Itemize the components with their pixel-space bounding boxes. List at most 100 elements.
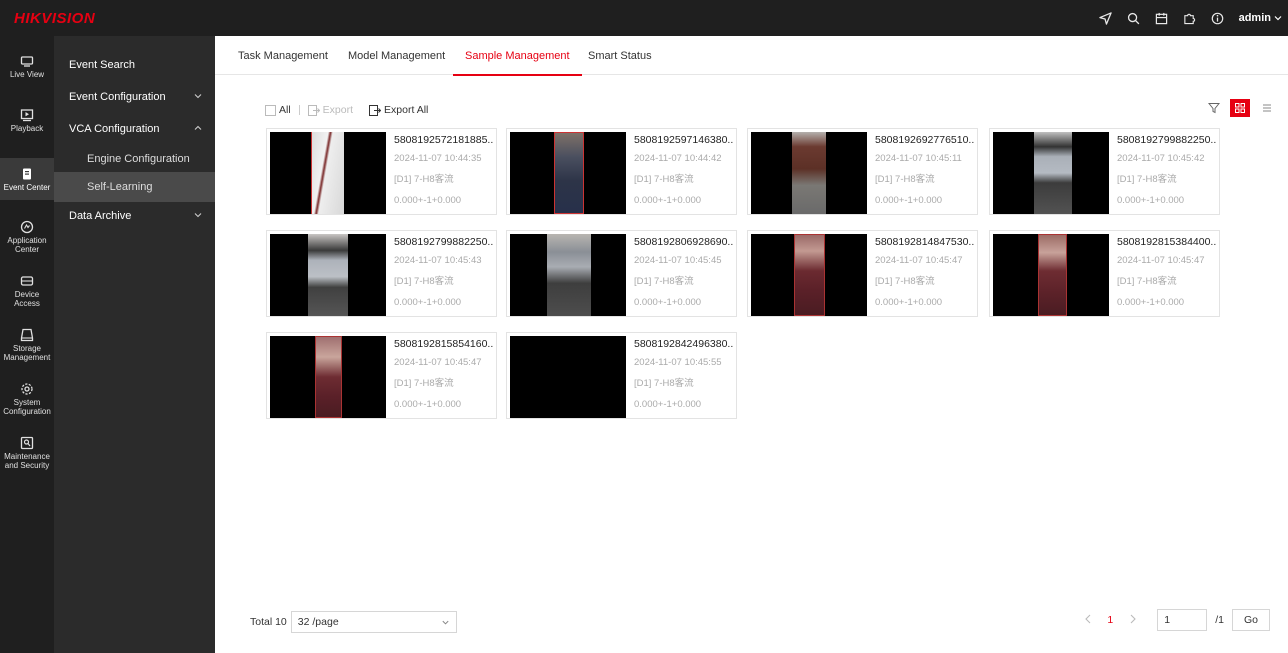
sample-card[interactable]: 5808192842496380... 2024-11-07 10:45:55 … bbox=[506, 332, 737, 419]
sample-card[interactable]: 5808192799882250... 2024-11-07 10:45:43 … bbox=[266, 230, 497, 317]
sample-card[interactable]: 5808192806928690... 2024-11-07 10:45:45 … bbox=[506, 230, 737, 317]
nav-system-configuration[interactable]: System Configuration bbox=[0, 382, 54, 418]
menu-engine-configuration[interactable]: Engine Configuration bbox=[54, 144, 215, 174]
main-nav-rail: Live View Playback Event Center Applicat… bbox=[0, 36, 54, 653]
sample-channel: [D1] 7-H8客流 bbox=[634, 174, 694, 185]
sample-value: 0.000+-1+0.000 bbox=[634, 399, 702, 410]
current-page[interactable]: 1 bbox=[1103, 614, 1117, 626]
sample-info: 5808192597146380... 2024-11-07 10:44:42 … bbox=[634, 133, 734, 208]
menu-event-search-label: Event Search bbox=[69, 59, 136, 71]
sample-id: 5808192842496380... bbox=[634, 338, 734, 350]
sample-time: 2024-11-07 10:45:47 bbox=[875, 255, 963, 266]
sample-id: 5808192572181885... bbox=[394, 134, 494, 146]
tab-model-management[interactable]: Model Management bbox=[348, 50, 445, 74]
sample-time: 2024-11-07 10:45:11 bbox=[875, 153, 962, 164]
sample-channel: [D1] 7-H8客流 bbox=[394, 174, 454, 185]
export-label: Export bbox=[322, 104, 354, 116]
tab-sample-management[interactable]: Sample Management bbox=[453, 50, 582, 76]
menu-self-learning[interactable]: Self-Learning bbox=[54, 172, 215, 202]
send-icon[interactable] bbox=[1099, 11, 1113, 25]
nav-device-label-2: Access bbox=[14, 299, 40, 308]
select-all-label: All bbox=[279, 104, 291, 116]
sample-card[interactable]: 5808192814847530... 2024-11-07 10:45:47 … bbox=[747, 230, 978, 317]
page-size-value: 32 /page bbox=[297, 616, 339, 628]
event-center-submenu: Event Search Event Configuration VCA Con… bbox=[54, 36, 215, 653]
tab-smart-status[interactable]: Smart Status bbox=[588, 50, 652, 74]
device-icon bbox=[20, 276, 34, 286]
sample-info: 5808192842496380... 2024-11-07 10:45:55 … bbox=[634, 337, 734, 412]
sample-thumbnail bbox=[510, 234, 626, 316]
sample-card[interactable]: 5808192815854160... 2024-11-07 10:45:47 … bbox=[266, 332, 497, 419]
sample-card[interactable]: 5808192692776510... 2024-11-07 10:45:11 … bbox=[747, 128, 978, 215]
nav-playback[interactable]: Playback bbox=[0, 108, 54, 144]
application-icon bbox=[20, 220, 34, 234]
main-content: Task Management Model Management Sample … bbox=[215, 36, 1288, 653]
sample-id: 5808192806928690... bbox=[634, 236, 734, 248]
user-menu[interactable]: admin bbox=[1239, 12, 1282, 24]
tab-bar: Task Management Model Management Sample … bbox=[215, 36, 1288, 76]
sample-info: 5808192815384400... 2024-11-07 10:45:47 … bbox=[1117, 235, 1217, 310]
menu-vca-configuration[interactable]: VCA Configuration bbox=[54, 114, 215, 144]
list-view-toggle[interactable] bbox=[1260, 101, 1274, 115]
sample-value: 0.000+-1+0.000 bbox=[1117, 297, 1185, 308]
nav-device-access[interactable]: Device Access bbox=[0, 274, 54, 310]
nav-storage-label-1: Storage bbox=[12, 344, 42, 353]
chevron-left-icon bbox=[1084, 614, 1091, 623]
sample-channel: [D1] 7-H8客流 bbox=[634, 378, 694, 389]
sample-id: 5808192799882250... bbox=[1117, 134, 1217, 146]
sample-id: 5808192799882250... bbox=[394, 236, 494, 248]
sample-id: 5808192597146380... bbox=[634, 134, 734, 146]
nav-maintenance-security[interactable]: Maintenance and Security bbox=[0, 436, 54, 472]
menu-self-learning-label: Self-Learning bbox=[87, 181, 153, 193]
filter-icon[interactable] bbox=[1208, 102, 1220, 114]
export-all-button[interactable]: Export All bbox=[369, 104, 428, 116]
sample-channel: [D1] 7-H8客流 bbox=[394, 378, 454, 389]
nav-live-view[interactable]: Live View bbox=[0, 54, 54, 90]
sample-card[interactable]: 5808192799882250... 2024-11-07 10:45:42 … bbox=[989, 128, 1220, 215]
chevron-down-icon bbox=[1274, 16, 1282, 21]
puzzle-icon[interactable] bbox=[1183, 11, 1197, 25]
toolbar-divider bbox=[298, 105, 300, 115]
nav-event-center[interactable]: Event Center bbox=[0, 158, 54, 200]
menu-data-archive[interactable]: Data Archive bbox=[54, 201, 215, 231]
sample-value: 0.000+-1+0.000 bbox=[394, 399, 462, 410]
select-all-checkbox[interactable] bbox=[265, 104, 276, 116]
nav-event-center-label: Event Center bbox=[3, 182, 51, 192]
sample-value: 0.000+-1+0.000 bbox=[394, 195, 462, 206]
menu-engine-configuration-label: Engine Configuration bbox=[87, 153, 190, 165]
sample-channel: [D1] 7-H8客流 bbox=[634, 276, 694, 287]
grid-icon bbox=[1235, 103, 1245, 113]
go-button[interactable]: Go bbox=[1232, 609, 1270, 631]
maintenance-icon bbox=[20, 436, 34, 450]
export-button[interactable]: Export bbox=[307, 104, 354, 116]
chevron-right-icon bbox=[1130, 614, 1136, 623]
menu-data-archive-label: Data Archive bbox=[69, 210, 132, 222]
calendar-icon[interactable] bbox=[1155, 11, 1169, 25]
grid-view-toggle[interactable] bbox=[1230, 99, 1250, 117]
pagination-controls: 1 1 /1 Go bbox=[1081, 609, 1270, 631]
sample-id: 5808192815384400... bbox=[1117, 236, 1217, 248]
goto-page-input[interactable]: 1 bbox=[1157, 609, 1208, 631]
sample-time: 2024-11-07 10:45:42 bbox=[1117, 153, 1205, 164]
sample-card[interactable]: 5808192572181885... 2024-11-07 10:44:35 … bbox=[266, 128, 497, 215]
tab-task-management[interactable]: Task Management bbox=[238, 50, 328, 74]
sample-thumbnail bbox=[510, 336, 626, 418]
menu-event-search[interactable]: Event Search bbox=[54, 50, 215, 80]
nav-storage-management[interactable]: Storage Management bbox=[0, 328, 54, 364]
nav-storage-label-2: Management bbox=[3, 353, 51, 362]
search-icon[interactable] bbox=[1127, 11, 1141, 25]
sample-card[interactable]: 5808192815384400... 2024-11-07 10:45:47 … bbox=[989, 230, 1220, 317]
menu-event-configuration[interactable]: Event Configuration bbox=[54, 82, 215, 112]
sample-info: 5808192572181885... 2024-11-07 10:44:35 … bbox=[394, 133, 494, 208]
select-all[interactable]: All bbox=[265, 104, 291, 116]
sample-time: 2024-11-07 10:45:55 bbox=[634, 357, 722, 368]
sample-card[interactable]: 5808192597146380... 2024-11-07 10:44:42 … bbox=[506, 128, 737, 215]
nav-device-label-1: Device bbox=[14, 290, 40, 299]
next-page-button[interactable] bbox=[1125, 614, 1139, 627]
sample-channel: [D1] 7-H8客流 bbox=[1117, 276, 1177, 287]
prev-page-button[interactable] bbox=[1081, 614, 1095, 627]
info-icon[interactable] bbox=[1211, 11, 1225, 25]
nav-application-center[interactable]: Application Center bbox=[0, 220, 54, 256]
export-icon bbox=[307, 104, 320, 116]
page-size-select[interactable]: 32 /page bbox=[290, 611, 457, 633]
